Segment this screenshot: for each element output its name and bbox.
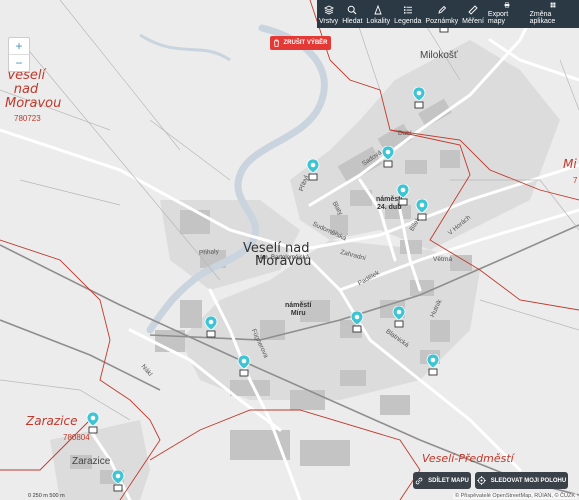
toolbar-locations-button[interactable]: Lokality	[364, 0, 392, 28]
crosshair-icon	[476, 476, 486, 485]
toolbar-layers-button[interactable]: Vrstvy	[317, 0, 340, 28]
toolbar-label: Hledat	[342, 18, 363, 25]
toolbar-search-button[interactable]: Hledat	[340, 0, 364, 28]
zoom-control: + −	[8, 37, 30, 72]
toolbar-legend-button[interactable]: Legenda	[392, 0, 423, 28]
map-marker[interactable]	[412, 86, 426, 109]
location-icon	[374, 5, 382, 15]
map-marker[interactable]	[237, 354, 251, 377]
pencil-icon	[438, 5, 446, 14]
map-marker[interactable]	[381, 145, 395, 168]
clear-selection-button[interactable]: ZRUŠIT VÝBĚR	[270, 36, 331, 50]
search-icon	[347, 5, 357, 15]
trash-icon	[274, 39, 280, 47]
map-marker[interactable]	[306, 158, 320, 181]
share-map-label: SDÍLET MAPU	[428, 477, 469, 484]
track-location-label: SLEDOVAT MOJI POLOHU	[490, 477, 567, 484]
toolbar-label: Vrstvy	[319, 18, 339, 25]
toolbar-notes-button[interactable]: Poznámky	[423, 0, 460, 28]
map-marker[interactable]	[396, 183, 410, 206]
map-marker[interactable]	[426, 353, 440, 376]
clear-selection-label: ZRUŠIT VÝBĚR	[283, 40, 328, 46]
toolbar-label: Změna aplikace	[529, 11, 556, 25]
top-toolbar: Vrstvy Hledat Lokality Legenda Poznámky …	[317, 0, 579, 28]
map-marker[interactable]	[111, 469, 125, 492]
track-location-button[interactable]: SLEDOVAT MOJI POLOHU	[475, 472, 568, 489]
link-icon	[415, 477, 423, 484]
zoom-in-button[interactable]: +	[9, 38, 29, 54]
toolbar-measure-button[interactable]: Měření	[460, 0, 486, 28]
scale-bar: 0 250 m 500 m	[28, 493, 65, 499]
toolbar-label: Měření	[462, 18, 484, 25]
map-marker[interactable]	[415, 198, 429, 221]
share-map-button[interactable]: SDÍLET MAPU	[413, 472, 471, 489]
zoom-out-button[interactable]: −	[9, 54, 29, 71]
list-icon	[403, 6, 412, 14]
ruler-icon	[468, 5, 478, 15]
map-marker[interactable]	[392, 305, 406, 328]
toolbar-label: Lokality	[366, 18, 391, 25]
toolbar-label: Legenda	[394, 18, 422, 25]
print-icon	[504, 2, 510, 8]
toolbar-change-app-button[interactable]: Změna aplikace	[528, 0, 579, 28]
toolbar-export-button[interactable]: Export mapy	[486, 0, 528, 28]
map-attribution[interactable]: © Přispěvatelé OpenStreetMap, RÚIAN, © Č…	[453, 493, 577, 499]
toolbar-label: Poznámky	[425, 18, 459, 25]
map-marker[interactable]	[350, 310, 364, 333]
layers-icon	[323, 5, 334, 15]
map-marker[interactable]	[86, 411, 100, 434]
toolbar-label: Export mapy	[487, 11, 509, 25]
map-marker[interactable]	[204, 315, 218, 338]
grid-icon	[550, 2, 556, 8]
